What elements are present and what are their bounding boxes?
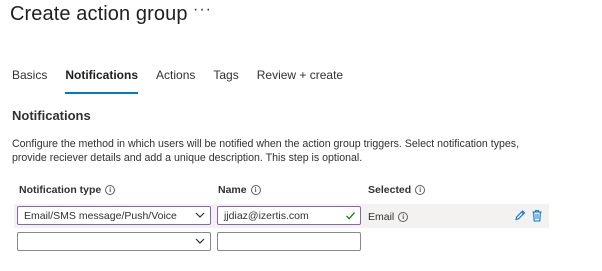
info-icon[interactable]: i: [250, 185, 261, 195]
selected-value: Email i: [368, 211, 409, 223]
more-options-button[interactable]: ···: [193, 1, 212, 19]
name-input[interactable]: [217, 232, 361, 251]
tab-review-create[interactable]: Review + create: [257, 68, 343, 90]
tab-bar: Basics Notifications Actions Tags Review…: [12, 68, 361, 94]
section-description: Configure the method in which users will…: [12, 138, 520, 164]
notification-type-dropdown[interactable]: Email/SMS message/Push/Voice: [17, 206, 211, 225]
info-icon[interactable]: i: [105, 185, 116, 195]
info-icon[interactable]: i: [398, 212, 409, 222]
column-header-label: Name: [218, 184, 247, 196]
info-icon[interactable]: i: [415, 185, 426, 195]
column-header-name: Name i: [218, 184, 261, 196]
column-header-label: Notification type: [19, 184, 102, 196]
name-value: jjdiaz@izertis.com: [224, 210, 309, 222]
checkmark-icon: [346, 212, 355, 220]
page-title: Create action group: [10, 3, 188, 25]
selected-label: Email: [368, 211, 395, 223]
pencil-icon[interactable]: [514, 209, 526, 222]
chevron-down-icon: [195, 238, 205, 244]
chevron-down-icon: [195, 212, 205, 218]
column-header-label: Selected: [368, 184, 412, 196]
dropdown-value: Email/SMS message/Push/Voice: [24, 210, 177, 222]
section-title: Notifications: [12, 108, 91, 123]
name-input[interactable]: jjdiaz@izertis.com: [217, 206, 361, 225]
tab-notifications[interactable]: Notifications: [65, 68, 138, 94]
column-header-selected: Selected i: [368, 184, 426, 196]
column-header-notification-type: Notification type i: [19, 184, 116, 196]
tab-tags[interactable]: Tags: [213, 68, 238, 90]
notification-type-dropdown[interactable]: [17, 232, 211, 251]
trash-icon[interactable]: [531, 209, 543, 222]
tab-basics[interactable]: Basics: [12, 68, 47, 90]
tab-actions[interactable]: Actions: [156, 68, 195, 90]
